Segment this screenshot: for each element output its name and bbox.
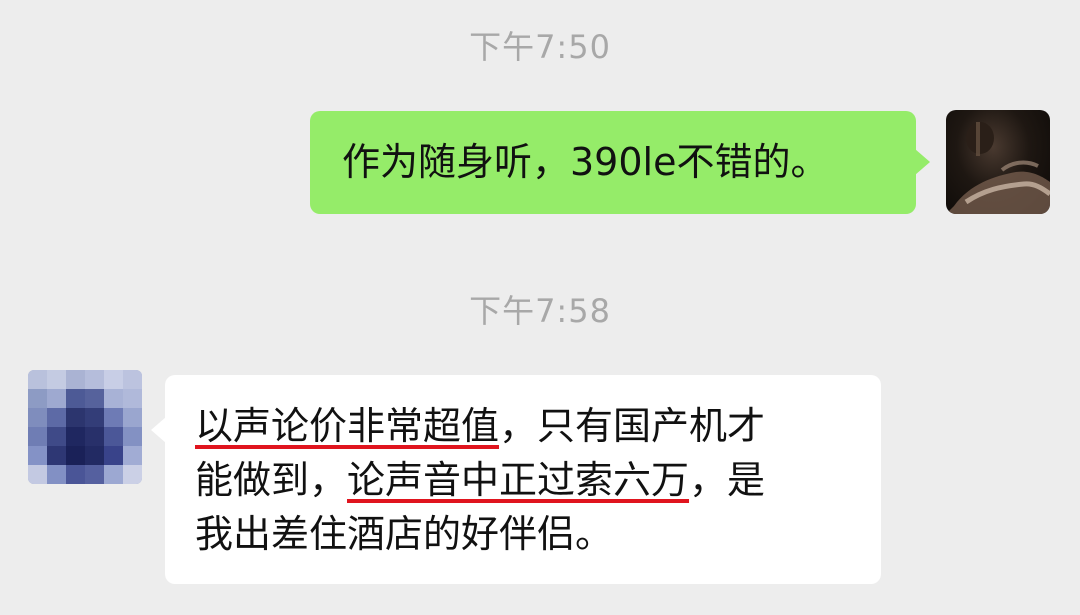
bubble-tail (151, 417, 166, 443)
message-text: 以声论价非常超值，只有国产机才 能做到，论声音中正过索六万，是 我出差住酒店的好… (195, 399, 855, 561)
timestamp: 下午7:58 (469, 292, 611, 330)
received-message-bubble[interactable]: 以声论价非常超值，只有国产机才 能做到，论声音中正过索六万，是 我出差住酒店的好… (151, 375, 881, 584)
timestamp: 下午7:50 (469, 28, 611, 66)
text-segment: 能做到， (195, 458, 348, 502)
message-line: 我出差住酒店的好伴侣。 (195, 512, 614, 556)
contact-avatar[interactable] (28, 370, 142, 484)
sent-message-bubble[interactable]: 作为随身听，390le不错的。 (310, 111, 930, 214)
message-text: 作为随身听，390le不错的。 (342, 140, 829, 184)
message-line: 能做到，论声音中正过索六万，是 (195, 453, 855, 507)
self-avatar[interactable] (946, 110, 1050, 214)
pixelated-avatar-icon (28, 370, 142, 484)
underlined-phrase: 论声音中正过索六万 (347, 458, 690, 502)
message-line: 以声论价非常超值，只有国产机才 (195, 399, 855, 453)
text-segment: ，是 (689, 458, 766, 502)
bubble-tail (915, 149, 930, 175)
avatar-image-icon (946, 122, 1050, 214)
text-segment: ，只有国产机才 (499, 404, 766, 448)
underlined-phrase: 以声论价非常超值 (195, 404, 500, 448)
